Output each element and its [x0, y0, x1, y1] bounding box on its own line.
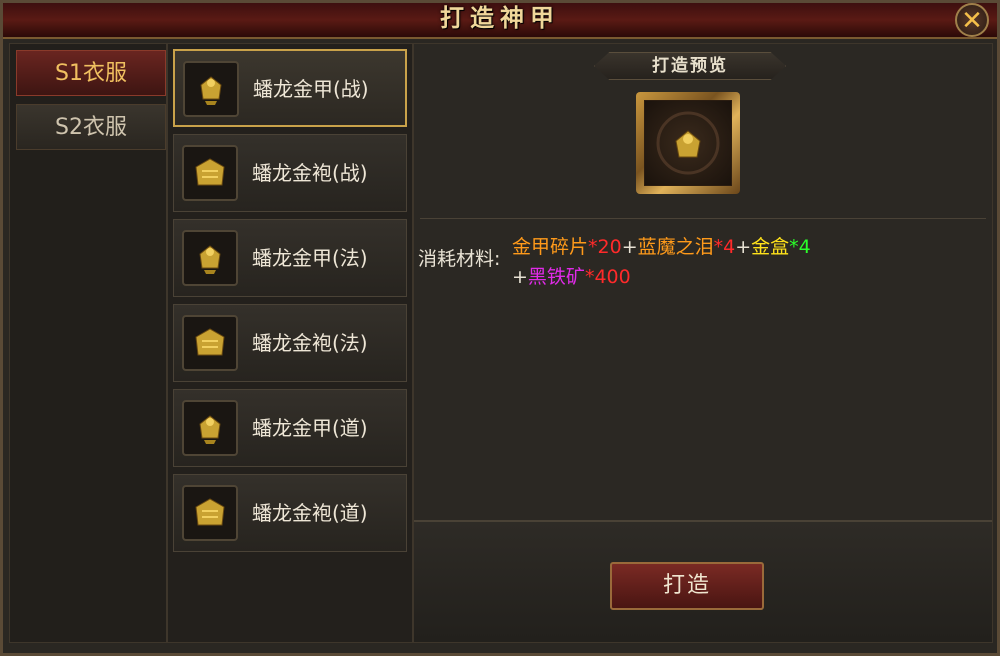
material-segment: + [621, 236, 638, 258]
material-segment: 蓝魔之泪 [637, 236, 714, 258]
armor-icon [656, 111, 720, 175]
server-list: S1衣服 S2衣服 [9, 43, 167, 643]
material-segment: *20 [588, 236, 622, 258]
forge-window: 打造神甲 ✕ S1衣服 S2衣服 蟠龙金甲(战) 蟠龙金袍(战) 蟠龙金甲(法)… [0, 0, 1000, 656]
robe-icon [182, 145, 238, 201]
item-name: 蟠龙金袍(战) [252, 161, 368, 185]
material-segment: *4 [713, 236, 736, 258]
list-item[interactable]: 蟠龙金甲(道) [173, 389, 407, 467]
material-segment: *4 [789, 236, 811, 258]
item-name: 蟠龙金甲(战) [253, 77, 369, 101]
robe-icon [182, 315, 238, 371]
list-item[interactable]: 蟠龙金甲(法) [173, 219, 407, 297]
item-name: 蟠龙金甲(道) [252, 416, 368, 440]
window-title: 打造神甲 [440, 4, 560, 32]
list-item[interactable]: 蟠龙金甲(战) [173, 49, 407, 127]
material-segment: *400 [584, 266, 631, 288]
list-item[interactable]: 蟠龙金袍(战) [173, 134, 407, 212]
armor-icon [182, 400, 238, 456]
title-bar: 打造神甲 [3, 3, 997, 39]
divider [420, 218, 986, 219]
material-segment: + [735, 236, 752, 258]
list-item[interactable]: 蟠龙金袍(法) [173, 304, 407, 382]
material-segment: 金甲碎片 [512, 236, 589, 258]
materials-line-1: 金甲碎片*20+蓝魔之泪*4+金盒*4 [512, 232, 811, 259]
preview-slot [636, 92, 740, 194]
forge-panel: 打造预览 消耗材料: 金甲碎片*20+蓝魔之泪*4+金盒*4 +黑铁矿*400 … [413, 43, 993, 643]
armor-icon [183, 61, 239, 117]
materials-label: 消耗材料: [418, 248, 501, 270]
list-item[interactable]: 蟠龙金袍(道) [173, 474, 407, 552]
preview-label: 打造预览 [594, 52, 786, 80]
armor-icon [182, 230, 238, 286]
close-button[interactable]: ✕ [955, 3, 989, 37]
item-list: 蟠龙金甲(战) 蟠龙金袍(战) 蟠龙金甲(法) 蟠龙金袍(法) 蟠龙金甲(道) … [167, 43, 413, 643]
forge-button[interactable]: 打造 [610, 562, 764, 610]
material-segment: 黑铁矿 [527, 266, 585, 288]
item-name: 蟠龙金袍(道) [252, 501, 368, 525]
item-name: 蟠龙金甲(法) [252, 246, 368, 270]
material-segment: 金盒 [751, 236, 790, 258]
materials-line-2: +黑铁矿*400 [512, 262, 631, 289]
server-tab-s1[interactable]: S1衣服 [16, 50, 166, 96]
material-segment: + [512, 266, 528, 288]
robe-icon [182, 485, 238, 541]
item-name: 蟠龙金袍(法) [252, 331, 368, 355]
server-tab-s2[interactable]: S2衣服 [16, 104, 166, 150]
action-bar: 打造 [414, 520, 992, 642]
